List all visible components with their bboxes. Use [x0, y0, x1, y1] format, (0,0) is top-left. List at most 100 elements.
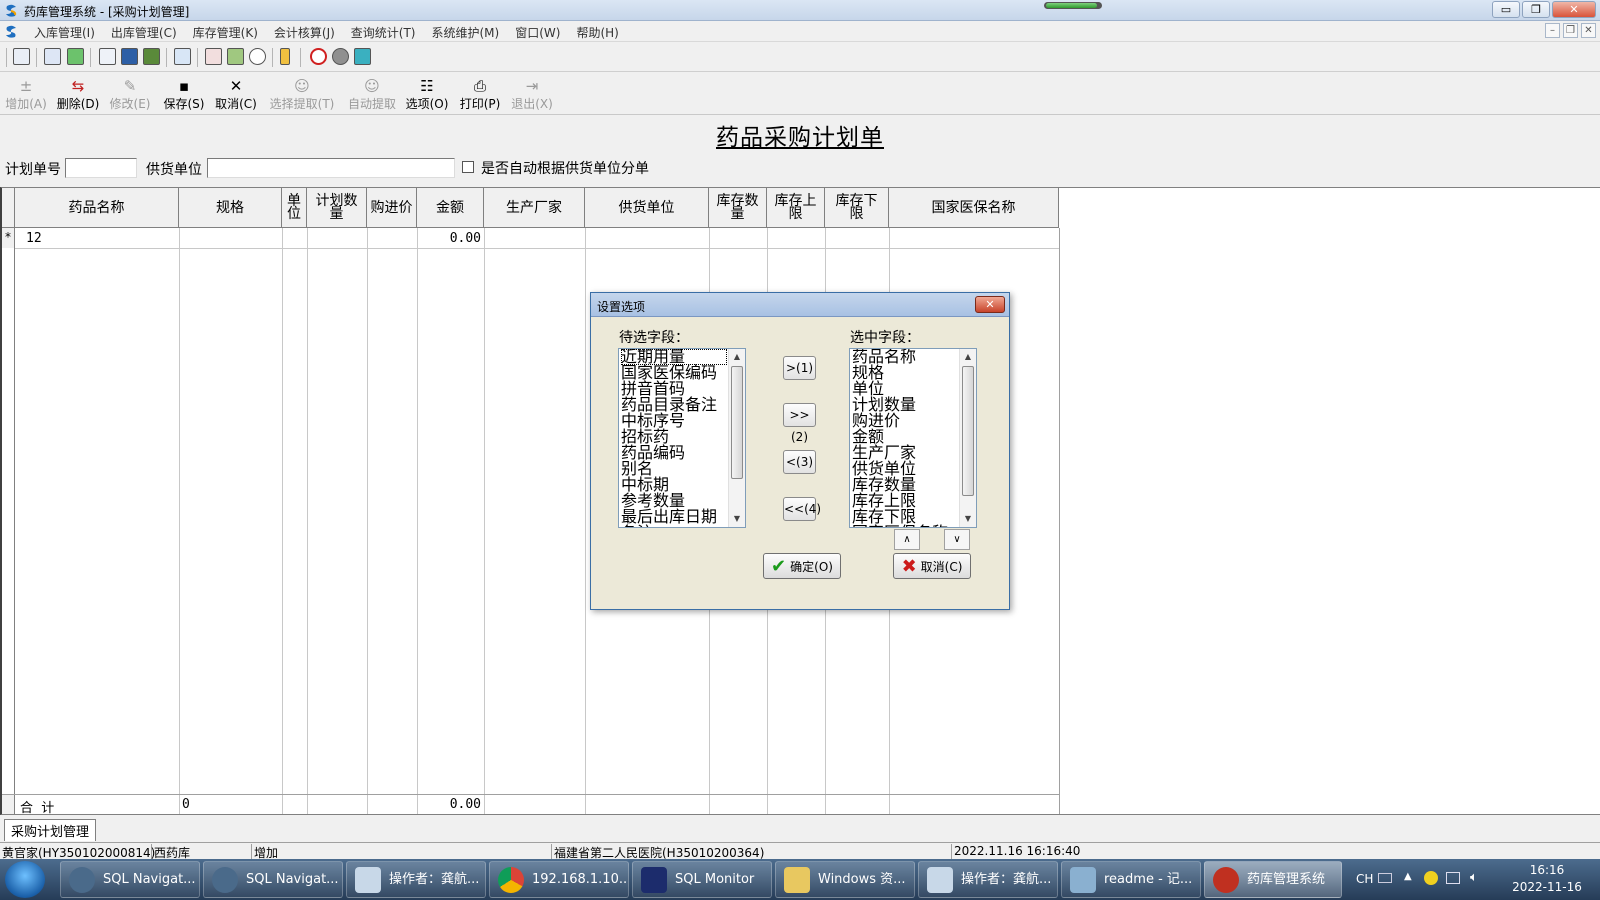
add-button[interactable]: ± 增加(A) [4, 77, 48, 112]
status-warehouse: 西药库 [152, 844, 252, 860]
exit-button[interactable]: ⇥ 退出(X) [510, 77, 554, 112]
available-fields-list[interactable]: 近期用量 国家医保编码 拼音首码 药品目录备注 中标序号 招标药 药品编码 别名 中标期 参考数量… [618, 348, 746, 528]
task-chrome[interactable]: 192.168.1.10... [489, 861, 629, 898]
exit-icon[interactable] [354, 48, 371, 65]
start-button[interactable] [5, 861, 45, 898]
import-doc-icon[interactable] [13, 48, 30, 65]
restore-button[interactable]: ❐ [1522, 1, 1550, 18]
row-amount[interactable]: 0.00 [417, 231, 481, 246]
col-amount[interactable]: 金额 [417, 188, 484, 228]
document-icon[interactable] [44, 48, 61, 65]
task-windows-explorer[interactable]: Windows 资... [775, 861, 915, 898]
dialog-close-button[interactable]: ✕ [975, 296, 1005, 313]
network-icon[interactable] [1446, 872, 1460, 884]
tab-purchase-plan[interactable]: 采购计划管理 [4, 819, 97, 841]
available-scrollbar[interactable]: ▲ ▼ [728, 349, 745, 527]
move-down-button[interactable]: ∨ [944, 529, 970, 550]
scroll-down-icon[interactable]: ▼ [960, 511, 976, 527]
scroll-down-icon[interactable]: ▼ [729, 511, 745, 527]
options-button[interactable]: ☷ 选项(O) [404, 77, 450, 112]
mdi-restore-button[interactable]: ❐ [1563, 23, 1578, 38]
report-icon[interactable] [205, 48, 222, 65]
task-drug-system[interactable]: 药库管理系统 [1204, 861, 1342, 898]
supplier-input[interactable] [207, 158, 455, 178]
minimize-button[interactable]: ▭ [1492, 1, 1520, 18]
dialog-cancel-button[interactable]: ✖ 取消(C) [893, 553, 971, 579]
clock-time[interactable]: 16:16 [1522, 863, 1572, 877]
col-insurance-name[interactable]: 国家医保名称 [889, 188, 1059, 228]
col-stock-max[interactable]: 库存上限 [767, 188, 825, 228]
close-button[interactable]: ✕ [1552, 1, 1596, 18]
plan-no-input[interactable] [65, 158, 137, 178]
col-unit[interactable]: 单位 [282, 188, 307, 228]
language-indicator[interactable]: CH [1356, 872, 1373, 886]
selected-scrollbar[interactable]: ▲ ▼ [959, 349, 976, 527]
task-operator-2[interactable]: 操作者：龚航... [918, 861, 1058, 898]
mdi-minimize-button[interactable]: – [1545, 23, 1560, 38]
chart-icon[interactable] [227, 48, 244, 65]
remove-all-button[interactable]: <<(4) [783, 497, 821, 521]
selected-field-item[interactable]: 国家医保名称 [852, 525, 958, 528]
menu-window[interactable]: 窗口(W) [507, 23, 568, 42]
scroll-thumb[interactable] [731, 366, 743, 479]
add-one-button[interactable]: >(1) [783, 356, 816, 380]
clock-date[interactable]: 2022-11-16 [1508, 880, 1586, 894]
magnifier-icon[interactable] [249, 48, 266, 65]
mdi-close-button[interactable]: ✕ [1581, 23, 1596, 38]
table-icon[interactable] [174, 48, 191, 65]
col-supplier[interactable]: 供货单位 [585, 188, 709, 228]
auto-extract-button[interactable]: ☺ 自动提取 [344, 77, 400, 112]
task-sql-monitor[interactable]: SQL Monitor [632, 861, 772, 898]
row-drug-name[interactable]: 12 [26, 231, 42, 246]
cancel-button[interactable]: ✕ 取消(C) [214, 77, 258, 112]
col-stock-qty[interactable]: 库存数量 [709, 188, 767, 228]
scroll-thumb[interactable] [962, 366, 974, 496]
screen-icon[interactable] [121, 48, 138, 65]
menu-outbound[interactable]: 出库管理(C) [103, 23, 185, 42]
volume-icon[interactable]: 🔈︎ [1470, 870, 1478, 885]
tray-expand-icon[interactable]: ▲ [1404, 871, 1412, 882]
keyboard-icon[interactable] [1378, 873, 1392, 883]
remove-one-button[interactable]: <(3) [783, 450, 816, 474]
menu-system[interactable]: 系统维护(M) [424, 23, 508, 42]
scroll-up-icon[interactable]: ▲ [960, 349, 976, 365]
calculator-icon[interactable] [143, 48, 160, 65]
menu-accounting[interactable]: 会计核算(J) [266, 23, 343, 42]
col-stock-min[interactable]: 库存下限 [825, 188, 889, 228]
grid-line [585, 228, 586, 814]
row-indicator[interactable]: * [2, 228, 15, 248]
select-extract-button[interactable]: ☺ 选择提取(T) [268, 77, 336, 112]
thermometer-icon[interactable] [280, 48, 290, 65]
scroll-up-icon[interactable]: ▲ [729, 349, 745, 365]
ok-button[interactable]: ✔ 确定(O) [763, 553, 841, 579]
mdi-logo-icon[interactable] [4, 24, 19, 39]
menu-inbound[interactable]: 入库管理(I) [26, 23, 103, 42]
delete-button[interactable]: ⇆ 删除(D) [56, 77, 100, 112]
menu-query[interactable]: 查询统计(T) [343, 23, 424, 42]
tray-app-icon[interactable] [1424, 871, 1438, 885]
menu-help[interactable]: 帮助(H) [568, 23, 626, 42]
task-notepad[interactable]: readme - 记... [1061, 861, 1201, 898]
col-spec[interactable]: 规格 [179, 188, 282, 228]
save-button[interactable]: ▪ 保存(S) [162, 77, 206, 112]
col-purchase-price[interactable]: 购进价 [367, 188, 417, 228]
dialog-titlebar[interactable]: 设置选项 ✕ [591, 293, 1009, 317]
app-logo-icon [6, 4, 17, 17]
move-up-button[interactable]: ∧ [894, 529, 920, 550]
task-operator-1[interactable]: 操作者：龚航... [346, 861, 486, 898]
cloud-icon[interactable] [332, 48, 349, 65]
task-sql-navigator-1[interactable]: SQL Navigat... [60, 861, 200, 898]
auto-split-checkbox[interactable] [462, 161, 474, 173]
checklist-icon[interactable] [67, 48, 84, 65]
col-manufacturer[interactable]: 生产厂家 [484, 188, 585, 228]
col-plan-qty[interactable]: 计划数量 [307, 188, 367, 228]
task-sql-navigator-2[interactable]: SQL Navigat... [203, 861, 343, 898]
print-button[interactable]: ⎙ 打印(P) [458, 77, 502, 112]
add-all-button[interactable]: >>(2) [783, 403, 816, 444]
menu-inventory[interactable]: 库存管理(K) [185, 23, 266, 42]
edit-button[interactable]: ✎ 修改(E) [108, 77, 152, 112]
selected-fields-list[interactable]: 药品名称规格单位计划数量购进价金额生产厂家供货单位库存数量库存上限库存下限国家医… [849, 348, 977, 528]
stop-icon[interactable] [310, 48, 327, 65]
clipboard-icon[interactable] [99, 48, 116, 65]
col-drug-name[interactable]: 药品名称 [15, 188, 179, 228]
